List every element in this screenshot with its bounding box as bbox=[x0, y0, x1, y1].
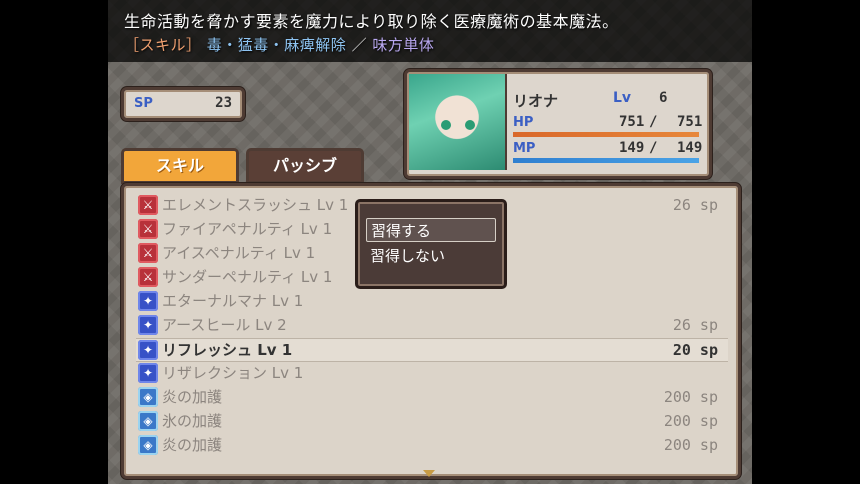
skill-separator: ／ bbox=[351, 36, 368, 54]
skill-name: アースヒール Lv 2 bbox=[162, 316, 287, 334]
skill-tag: ［スキル］ bbox=[124, 36, 202, 54]
shield-icon: ◈ bbox=[138, 435, 158, 455]
tab-skill[interactable]: スキル bbox=[121, 148, 239, 184]
mp-gauge-fill bbox=[513, 158, 699, 163]
shield-icon: ◈ bbox=[138, 411, 158, 431]
sword-icon: ⚔ bbox=[138, 219, 158, 239]
sword-icon: ⚔ bbox=[138, 267, 158, 287]
level-value: 6 bbox=[659, 90, 668, 106]
skill-cost: 20 sp bbox=[672, 341, 718, 359]
skill-name: アイスペナルティ Lv 1 bbox=[162, 244, 316, 262]
mp-gauge bbox=[513, 158, 699, 163]
tab-passive[interactable]: パッシブ bbox=[246, 148, 364, 184]
learn-confirm-popup: 習得する 習得しない bbox=[355, 199, 507, 289]
mp-max: 149 bbox=[677, 140, 703, 156]
learn-option[interactable]: 習得する bbox=[366, 218, 496, 242]
skill-description: 生命活動を脅かす要素を魔力により取り除く医療魔術の基本魔法。 bbox=[124, 12, 619, 31]
magic-icon: ✦ bbox=[138, 291, 158, 311]
skill-row[interactable]: ✦ アースヒール Lv 2 26 sp bbox=[136, 314, 728, 336]
sp-value: 23 bbox=[215, 95, 232, 111]
skill-row[interactable]: ◈ 炎の加護 200 sp bbox=[136, 434, 728, 456]
skill-name: エレメントスラッシュ Lv 1 bbox=[162, 196, 349, 214]
actor-status-window: リオナ Lv 6 HP 751 / 751 MP 149 / 149 bbox=[404, 69, 712, 179]
hp-label: HP bbox=[513, 115, 534, 130]
skill-name: エターナルマナ Lv 1 bbox=[162, 292, 304, 310]
portrait-eye-left bbox=[441, 120, 451, 130]
skill-effects: 毒・猛毒・麻痺解除 bbox=[206, 36, 347, 54]
help-window: 生命活動を脅かす要素を魔力により取り除く医療魔術の基本魔法。 ［スキル］ 毒・猛… bbox=[0, 0, 860, 62]
not-learn-option[interactable]: 習得しない bbox=[366, 244, 496, 268]
mp-current: 149 bbox=[619, 140, 645, 156]
skill-target: 味方単体 bbox=[372, 36, 435, 54]
skill-name: リザレクション Lv 1 bbox=[162, 364, 304, 382]
hp-max: 751 bbox=[677, 114, 703, 130]
skill-row[interactable]: ◈ 氷の加護 200 sp bbox=[136, 410, 728, 432]
skill-cost: 26 sp bbox=[672, 316, 718, 334]
sp-label: SP bbox=[134, 96, 153, 111]
skill-row[interactable]: ✦ リザレクション Lv 1 bbox=[136, 362, 728, 384]
skill-name: 炎の加護 bbox=[162, 388, 223, 406]
skill-cost: 200 sp bbox=[663, 388, 718, 406]
magic-icon: ✦ bbox=[138, 315, 158, 335]
skill-name: 炎の加護 bbox=[162, 436, 223, 454]
skill-row[interactable]: ✦ リフレッシュ Lv 1 20 sp bbox=[136, 338, 728, 362]
sword-icon: ⚔ bbox=[138, 243, 158, 263]
mp-slash: / bbox=[649, 140, 658, 156]
skill-name: リフレッシュ Lv 1 bbox=[162, 341, 293, 359]
hp-gauge bbox=[513, 132, 699, 137]
skill-row[interactable]: ◈ 炎の加護 200 sp bbox=[136, 386, 728, 408]
skill-name: ファイアペナルティ Lv 1 bbox=[162, 220, 333, 238]
magic-icon: ✦ bbox=[138, 340, 158, 360]
hp-gauge-fill bbox=[513, 132, 699, 137]
hp-slash: / bbox=[649, 114, 658, 130]
skill-cost: 26 sp bbox=[672, 196, 718, 214]
skill-cost: 200 sp bbox=[663, 436, 718, 454]
skill-name: 氷の加護 bbox=[162, 412, 223, 430]
skill-row[interactable]: ✦ エターナルマナ Lv 1 bbox=[136, 290, 728, 312]
scroll-down-arrow-icon[interactable] bbox=[423, 470, 435, 477]
mp-label: MP bbox=[513, 141, 536, 156]
level-label: Lv bbox=[613, 90, 632, 106]
actor-name: リオナ bbox=[513, 92, 559, 110]
portrait-eye-right bbox=[465, 120, 475, 130]
actor-portrait bbox=[409, 74, 507, 170]
hp-current: 751 bbox=[619, 114, 645, 130]
skill-name: サンダーペナルティ Lv 1 bbox=[162, 268, 333, 286]
magic-icon: ✦ bbox=[138, 363, 158, 383]
shield-icon: ◈ bbox=[138, 387, 158, 407]
sp-window: SP 23 bbox=[121, 87, 245, 121]
skill-info-line: ［スキル］ 毒・猛毒・麻痺解除 ／ 味方単体 bbox=[124, 34, 434, 55]
sword-icon: ⚔ bbox=[138, 195, 158, 215]
skill-cost: 200 sp bbox=[663, 412, 718, 430]
